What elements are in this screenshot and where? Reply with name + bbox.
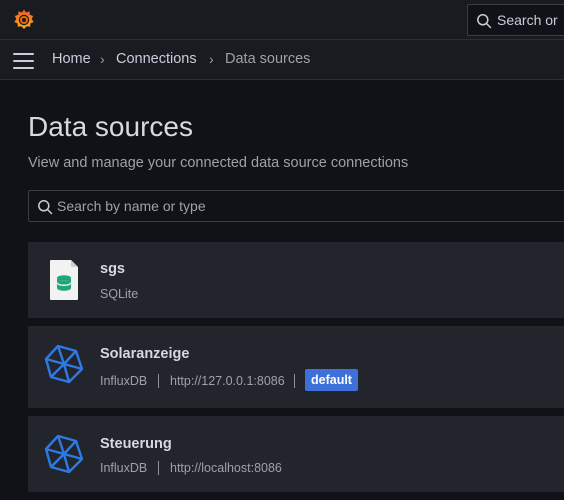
datasource-url: http://127.0.0.1:8086 [170,374,285,388]
datasource-type: InfluxDB [100,374,148,388]
meta-divider [158,374,159,388]
datasource-card-steuerung[interactable]: Steuerung InfluxDB http://localhost:8086 [28,416,564,492]
page-subtitle: View and manage your connected data sour… [28,155,409,171]
breadcrumb-home[interactable]: Home [52,51,91,67]
datasource-name: Steuerung [100,436,172,452]
datasource-url: http://localhost:8086 [170,461,282,475]
influxdb-icon [44,434,84,474]
meta-divider [158,461,159,475]
datasource-card-solaranzeige[interactable]: Solaranzeige InfluxDB http://127.0.0.1:8… [28,326,564,408]
datasource-search-input[interactable] [57,191,564,221]
breadcrumb-separator: › [209,51,214,67]
datasource-name: Solaranzeige [100,346,190,362]
datasource-type: SQLite [100,287,139,301]
page-title: Data sources [28,111,193,142]
search-icon [477,14,492,29]
top-search-box[interactable]: Search or [467,4,564,36]
default-badge: default [305,369,358,391]
top-search-placeholder: Search or [497,12,558,28]
search-icon [38,200,53,215]
datasource-card-sgs[interactable]: sgs SQLite [28,242,564,318]
influxdb-icon [44,344,84,384]
datasource-search-box[interactable] [28,190,564,222]
breadcrumb-connections[interactable]: Connections [116,51,197,67]
top-bar: Search or [0,0,564,40]
hamburger-menu-icon[interactable] [13,53,35,69]
grafana-logo-icon[interactable] [12,8,36,32]
breadcrumb-bar: Home › Connections › Data sources [0,40,564,80]
meta-divider [294,374,295,388]
datasource-type: InfluxDB [100,461,148,475]
breadcrumb-separator: › [100,51,105,67]
sqlite-icon [50,260,78,300]
datasource-name: sgs [100,261,125,277]
breadcrumb-data-sources: Data sources [225,51,311,67]
